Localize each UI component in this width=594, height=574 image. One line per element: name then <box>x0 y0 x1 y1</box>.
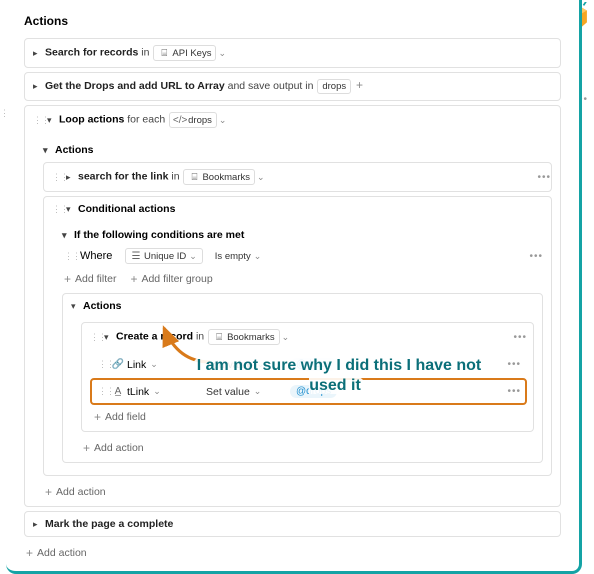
link-icon: 🔗 <box>112 359 124 371</box>
chevron-down-icon[interactable]: ⌄ <box>281 332 291 342</box>
code-icon: </> <box>174 114 186 126</box>
condition-row[interactable]: ⋮⋮ Where ☰Unique ID⌄ Is empty⌄ ••• <box>62 243 543 269</box>
expand-icon[interactable]: ▸ <box>33 81 41 92</box>
overflow-menu[interactable]: ••• <box>507 359 521 370</box>
drag-handle[interactable]: ⋮⋮ <box>90 332 100 343</box>
drag-handle[interactable]: ⋮⋮ <box>52 172 62 183</box>
chevron-down-icon[interactable]: ⌄ <box>256 172 266 182</box>
inner-actions-header[interactable]: ▾ Actions <box>63 294 542 318</box>
collapse-icon[interactable]: ▾ <box>71 301 79 312</box>
drag-handle[interactable]: ⋮⋮ <box>64 251 74 262</box>
loop-container: ⋮⋮ ▾ Loop actions for each </>drops⌄ ▾Ac… <box>24 105 561 507</box>
action-get-drops[interactable]: ▸ Get the Drops and add URL to Array and… <box>24 72 561 101</box>
drag-handle[interactable]: ⋮⋮ <box>52 204 62 215</box>
action-search-link[interactable]: ⋮⋮ ▸ search for the link in ⌸Bookmarks⌄ … <box>43 162 552 192</box>
field-picker[interactable]: ☰Unique ID⌄ <box>125 248 203 264</box>
annotation-callout: I am not sure why I did this I have not … <box>182 356 492 396</box>
expand-icon[interactable]: ▸ <box>66 172 74 183</box>
overflow-menu[interactable]: ••• <box>537 172 551 183</box>
drag-handle[interactable]: ⋮⋮ <box>33 115 43 126</box>
workflow-card: Actions ▸ Search for records in ⌸API Key… <box>6 0 582 574</box>
loop-header[interactable]: ⋮⋮ ▾ Loop actions for each </>drops⌄ <box>25 106 560 134</box>
table-icon: ⌸ <box>158 47 170 59</box>
create-record-header[interactable]: ⋮⋮ ▾ Create a record in ⌸Bookmarks⌄ ••• <box>82 323 533 351</box>
text-icon: A̲ <box>112 386 124 398</box>
overflow-menu[interactable]: ••• <box>529 251 543 262</box>
table-icon: ⌸ <box>213 331 225 343</box>
loop-actions-heading: ▾Actions <box>43 138 552 158</box>
drag-handle[interactable]: ⋮⋮ <box>98 386 108 397</box>
action-search-api-keys[interactable]: ▸ Search for records in ⌸API Keys⌄ <box>24 38 561 68</box>
collapse-icon[interactable]: ▾ <box>104 332 112 343</box>
overflow-menu[interactable]: ••• <box>513 332 527 343</box>
collapse-icon[interactable]: ▾ <box>47 115 55 126</box>
action-mark-complete[interactable]: ▸ Mark the page a complete <box>24 511 561 537</box>
operator-picker[interactable]: Is empty⌄ <box>211 250 266 263</box>
add-output-icon[interactable]: + <box>355 78 364 92</box>
overflow-menu[interactable]: ••• <box>507 386 521 397</box>
add-action-loop-button[interactable]: +Add action <box>43 482 552 500</box>
condition-rule-heading: ▾If the following conditions are met <box>62 223 543 243</box>
add-field-button[interactable]: +Add field <box>92 407 525 425</box>
add-action-inner-button[interactable]: +Add action <box>81 438 534 456</box>
section-heading: Actions <box>24 10 561 34</box>
expand-icon[interactable]: ▸ <box>33 519 41 530</box>
id-icon: ☰ <box>130 250 142 262</box>
chevron-down-icon[interactable]: ⌄ <box>218 115 228 125</box>
collapse-icon[interactable]: ▾ <box>66 204 74 215</box>
add-action-outer-button[interactable]: +Add action <box>24 541 561 561</box>
drag-handle[interactable]: ⋮⋮ <box>98 359 108 370</box>
expand-icon[interactable]: ▸ <box>33 48 41 59</box>
add-filter-group-button[interactable]: +Add filter group <box>130 271 212 287</box>
conditional-block: ⋮⋮ ▾ Conditional actions ▾If the followi… <box>43 196 552 476</box>
table-icon: ⌸ <box>188 171 200 183</box>
chevron-down-icon[interactable]: ⌄ <box>217 48 227 58</box>
add-filter-button[interactable]: +Add filter <box>64 271 116 287</box>
conditional-header[interactable]: ⋮⋮ ▾ Conditional actions <box>44 197 551 221</box>
